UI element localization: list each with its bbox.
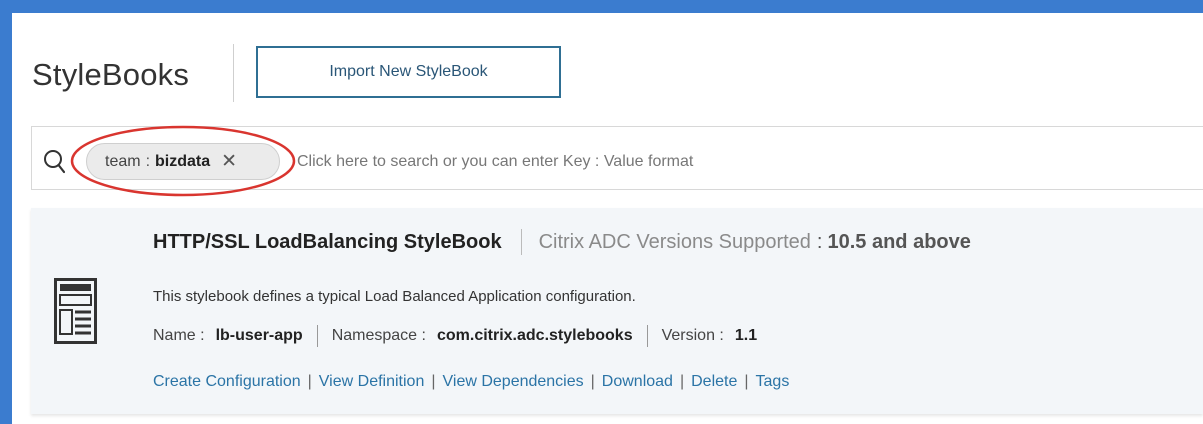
filter-chip-key: team <box>105 152 141 170</box>
import-stylebook-button[interactable]: Import New StyleBook <box>256 46 561 98</box>
page-title: StyleBooks <box>32 57 190 92</box>
tags-link[interactable]: Tags <box>756 373 790 391</box>
view-definition-link[interactable]: View Definition <box>319 373 425 391</box>
create-configuration-link[interactable]: Create Configuration <box>153 373 301 391</box>
window-frame-top <box>0 0 1203 13</box>
stylebook-actions: Create Configuration | View Definition |… <box>153 370 789 394</box>
versions-supported-label: Citrix ADC Versions Supported <box>538 230 811 253</box>
action-separator: | <box>590 373 595 390</box>
meta-divider <box>316 325 318 347</box>
search-input[interactable] <box>297 146 1177 178</box>
filter-chip-value: bizdata <box>155 152 211 170</box>
stylebook-title: HTTP/SSL LoadBalancing StyleBook <box>153 230 502 253</box>
filter-chip[interactable]: team : bizdata ✕ <box>86 143 280 180</box>
action-separator: | <box>307 373 312 390</box>
name-label: Name : <box>153 327 205 344</box>
action-separator: | <box>431 373 436 390</box>
stylebook-description: This stylebook defines a typical Load Ba… <box>153 288 636 305</box>
versions-separator: : <box>816 230 823 253</box>
action-separator: | <box>679 373 685 390</box>
window-frame-left <box>0 0 12 424</box>
stylebook-document-icon <box>54 278 97 344</box>
card-title-row: HTTP/SSL LoadBalancing StyleBook Citrix … <box>153 226 971 258</box>
view-dependencies-link[interactable]: View Dependencies <box>443 373 584 391</box>
version-label: Version : <box>661 327 724 344</box>
download-link[interactable]: Download <box>602 373 673 391</box>
meta-divider <box>646 325 648 347</box>
name-value: lb-user-app <box>215 327 303 344</box>
close-icon[interactable]: ✕ <box>221 152 237 171</box>
namespace-label: Namespace : <box>331 327 426 344</box>
search-icon[interactable] <box>43 148 65 174</box>
stylebook-meta-row: Name : lb-user-app Namespace : com.citri… <box>153 323 757 349</box>
action-separator: | <box>744 373 749 390</box>
filter-chip-separator: : <box>145 152 151 170</box>
versions-supported-value: 10.5 and above <box>827 230 971 253</box>
delete-link[interactable]: Delete <box>691 373 737 391</box>
namespace-value: com.citrix.adc.stylebooks <box>436 327 633 344</box>
title-row-divider <box>520 229 522 255</box>
title-divider <box>233 44 234 102</box>
version-value: 1.1 <box>734 327 758 344</box>
